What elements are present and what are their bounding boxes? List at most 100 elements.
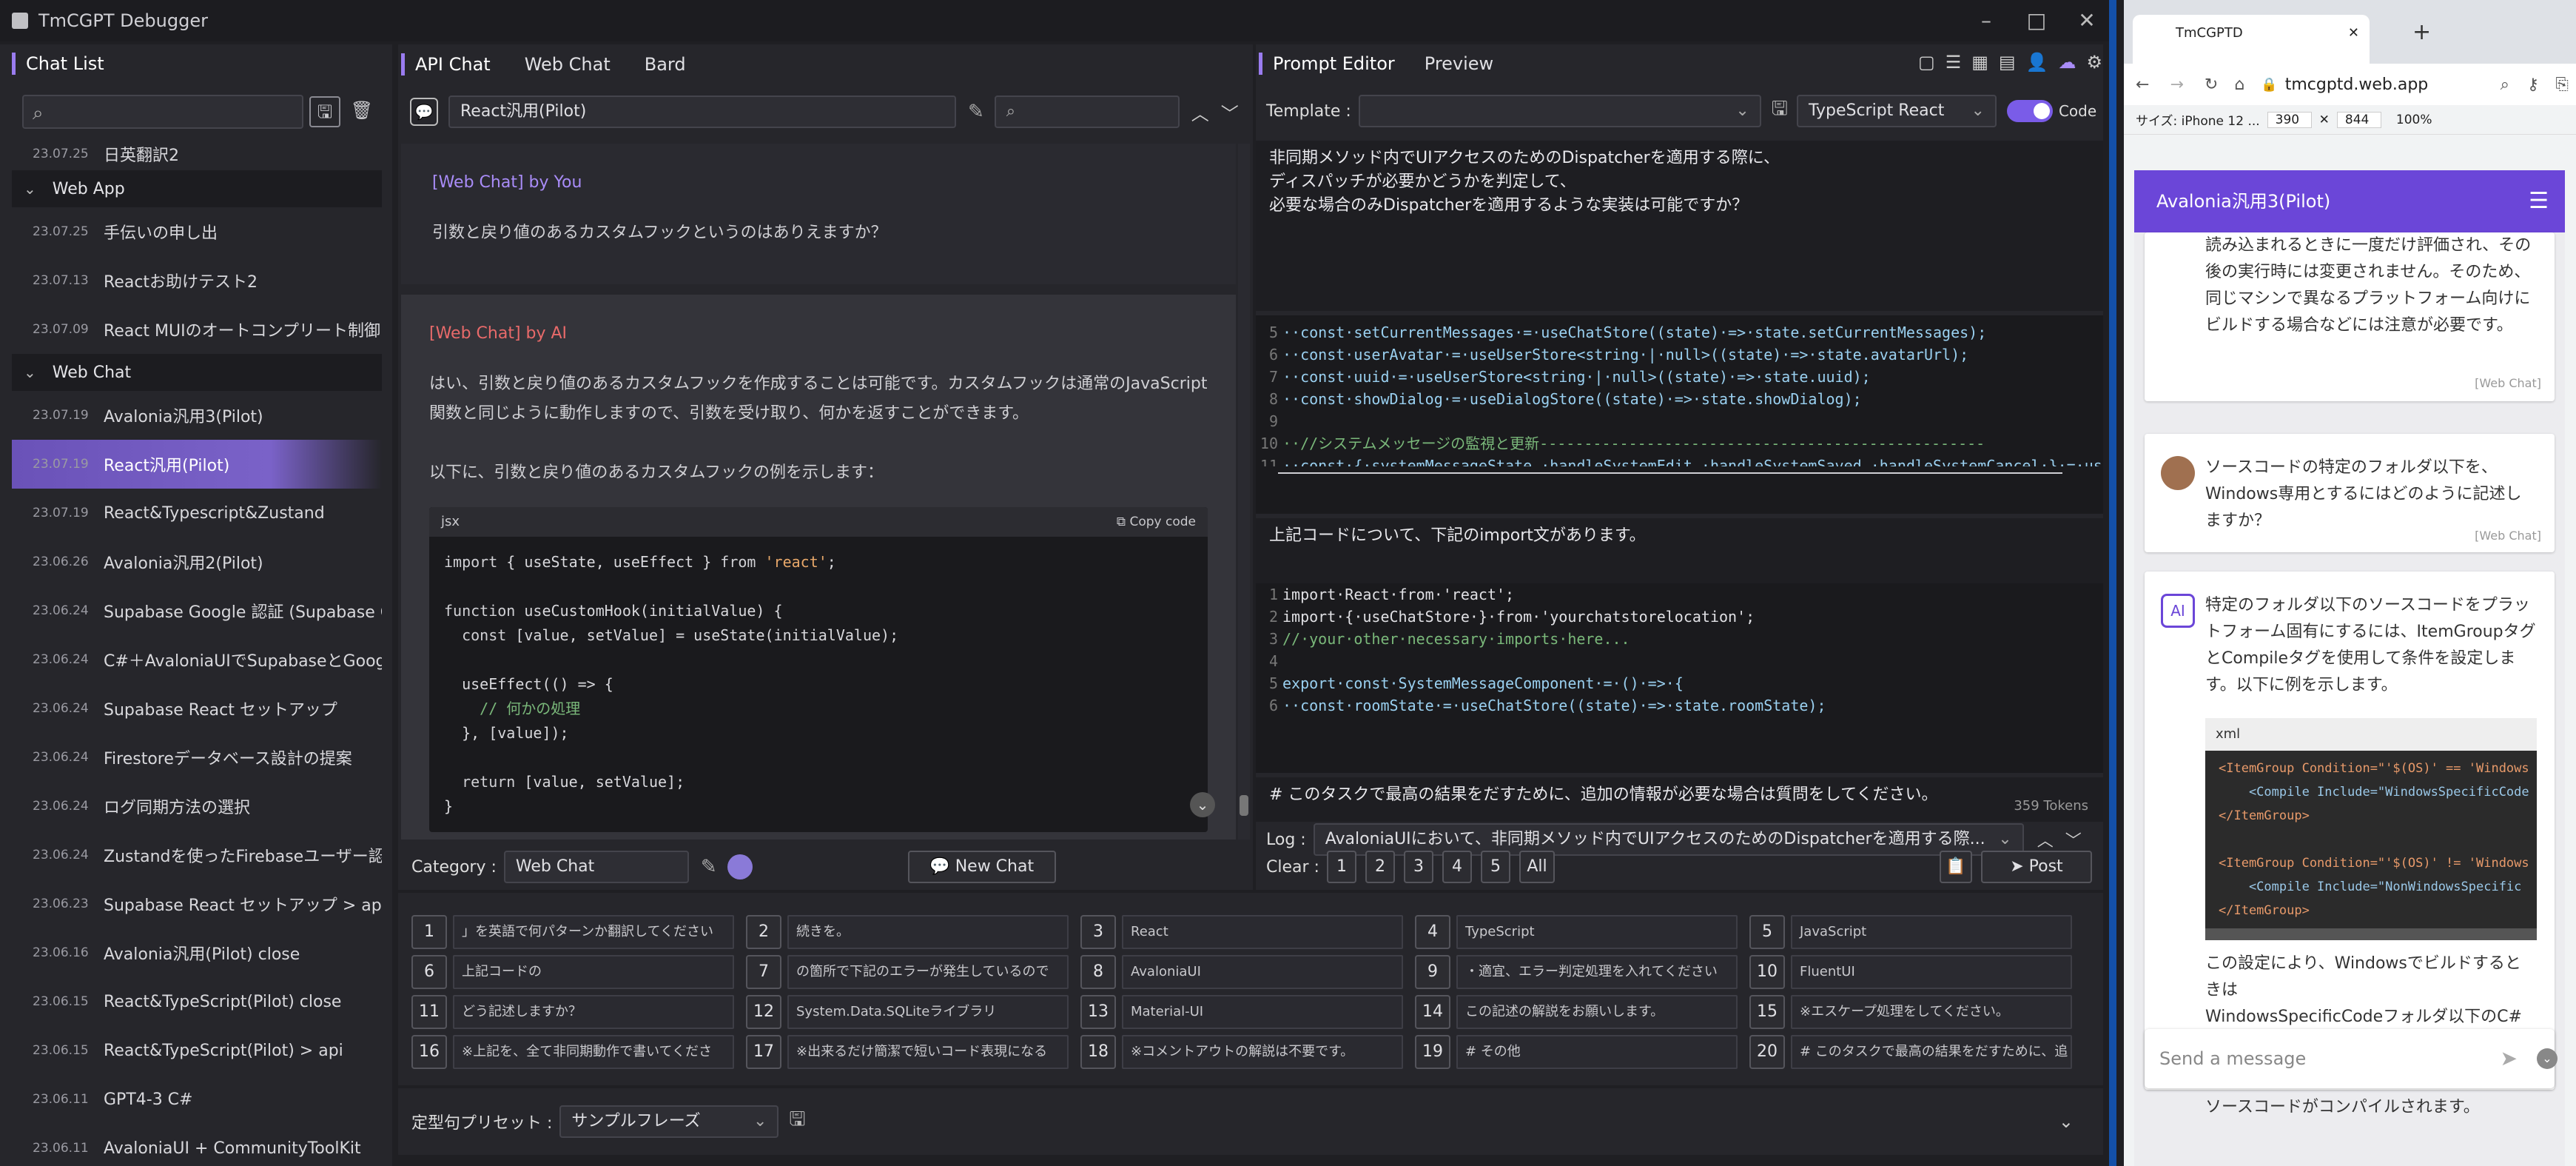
phrase-insert-button[interactable]: 5 [1749,915,1785,949]
layout-split-icon[interactable]: ☰ [1946,52,1962,73]
home-icon[interactable]: ⌂ [2234,76,2244,94]
url-bar[interactable]: tmcgptd.web.app [2285,76,2429,94]
chat-list-item[interactable]: 23.06.24 ログ同期方法の選択 [12,782,382,831]
clear-button-1[interactable]: 1 [1326,851,1356,883]
code-editor-2[interactable]: 1 import·React·from·'react'; 2 import·{·use… [1256,583,2103,773]
phrase-input[interactable]: # その他 [1456,1035,1738,1069]
code-editor-1[interactable]: 5 ··const·setCurrentMessages·=·useChatSto… [1256,315,2103,514]
user-icon[interactable]: 👤 [2026,52,2048,73]
edit-icon[interactable]: ✎ [968,101,984,123]
chevron-up-icon[interactable]: ︿ [1191,99,1209,125]
copy-code-button[interactable]: ⧉ Copy code [1117,507,1196,537]
post-button[interactable]: ➤ Post [1980,851,2092,883]
save-icon[interactable]: 🖫 [789,1105,805,1138]
key-icon[interactable]: ⚷ [2527,76,2539,94]
phrase-input[interactable]: この記述の解説をお願いします。 [1456,995,1738,1029]
chat-list-item[interactable]: 23.06.24 Firestoreデータベース設計の提案 [12,733,382,782]
chat-list-item[interactable]: 23.06.15 React&TypeScript(Pilot) > api [12,1026,382,1075]
browser-tab[interactable]: TmCGPTD ✕ [2133,15,2370,64]
tab-api-chat[interactable]: API Chat [415,50,491,79]
phrase-input[interactable]: AvaloniaUI [1122,955,1403,989]
template-select[interactable]: ⌄ [1358,95,1761,127]
forward-icon[interactable]: → [2170,76,2183,94]
phrase-input[interactable]: の箇所で下記のエラーが発生しているので [787,955,1069,989]
phrase-input[interactable]: どう記述しますか？ [453,995,734,1029]
code-toggle[interactable] [2006,100,2053,122]
tab-chat-list[interactable]: Chat List [26,49,104,78]
chat-list-item[interactable]: 23.06.26 Avalonia汎用2(Pilot) [12,537,382,586]
edit-icon[interactable]: ✎ [701,856,717,878]
phrase-insert-button[interactable]: 15 [1749,995,1785,1029]
phrase-insert-button[interactable]: 1 [411,915,447,949]
phrase-insert-button[interactable]: 12 [746,995,781,1029]
phrase-insert-button[interactable]: 14 [1415,995,1450,1029]
phrase-insert-button[interactable]: 6 [411,955,447,989]
phrase-insert-button[interactable]: 19 [1415,1035,1450,1069]
chat-list-item[interactable]: 23.06.24Supabase Google 認証 (Supabase Goo… [12,586,382,635]
tab-prompt-editor[interactable]: Prompt Editor [1273,49,1395,78]
phrase-input[interactable]: 続きを。 [787,915,1069,949]
save-icon[interactable]: 🖫 [309,96,340,127]
phrase-insert-button[interactable]: 16 [411,1035,447,1069]
phrase-insert-button[interactable]: 2 [746,915,781,949]
back-icon[interactable]: ← [2136,76,2149,94]
message-search-input[interactable]: ⌕ [994,96,1180,128]
maximize-button[interactable]: □ [2020,4,2053,37]
chat-list-item[interactable]: 23.07.09 React MUIのオートコンプリート制御 [12,305,382,354]
chat-list-item[interactable]: 23.07.19 React汎用(Pilot) [12,440,382,489]
phrase-insert-button[interactable]: 17 [746,1035,781,1069]
phrase-input[interactable]: JavaScript [1791,915,2072,949]
scroll-down-icon[interactable]: ⌄ [1190,792,1215,817]
new-tab-icon[interactable]: + [2412,19,2431,45]
chat-list-item[interactable]: 23.06.11 AvaloniaUI + CommunityToolKit [12,1124,382,1166]
layout-grid-icon[interactable]: ▦ [1971,52,1988,73]
phrase-insert-button[interactable]: 7 [746,955,781,989]
scroll-down-icon[interactable]: ⌄ [2537,1048,2557,1069]
language-select[interactable]: TypeScript React ⌄ [1796,95,1997,127]
phrase-input[interactable]: ※上記を、全て非同期動作で書いてくださ [453,1035,734,1069]
chat-title-input[interactable]: React汎用(Pilot) [448,96,956,128]
phrase-input[interactable]: FluentUI [1791,955,2072,989]
category-input[interactable]: Web Chat [503,851,689,883]
phrase-insert-button[interactable]: 13 [1080,995,1116,1029]
trash-icon[interactable]: 🗑 [346,96,377,127]
chat-list-item[interactable]: 23.06.11 GPT4-3 C# [12,1075,382,1124]
prompt-text-3[interactable]: # このタスクで最高の結果をだすために、追加の情報が必要な場合は質問をしてくださ… [1256,777,2103,822]
gear-icon[interactable]: ⚙ [2086,52,2102,73]
send-icon[interactable]: ➤ [2501,1029,2518,1088]
zoom-select[interactable]: 100% [2396,113,2432,127]
device-height[interactable]: 844 [2336,111,2381,128]
chat-list-item[interactable]: 23.07.25 手伝いの申し出 [12,207,382,256]
clear-button-all[interactable]: All [1519,851,1555,883]
chat-list-item[interactable]: 23.07.19 Avalonia汎用3(Pilot) [12,391,382,440]
chat-list-item[interactable]: 23.06.23 Supabase React セットアップ > api [12,879,382,928]
phrase-insert-button[interactable]: 3 [1080,915,1116,949]
device-select[interactable]: サイズ: iPhone 12 ... [2136,110,2260,129]
phrase-input[interactable]: ※出来るだけ簡潔で短いコード表現になる [787,1035,1069,1069]
zoom-icon[interactable]: ⌕ [2501,76,2509,94]
chat-list-item[interactable]: 23.06.24 Supabase React セットアップ [12,684,382,733]
chat-search-input[interactable]: ⌕ [22,95,303,129]
phrase-insert-button[interactable]: 9 [1415,955,1450,989]
preset-select[interactable]: サンプルフレーズ ⌄ [559,1105,779,1138]
phrase-insert-button[interactable]: 20 [1749,1035,1785,1069]
phrase-insert-button[interactable]: 10 [1749,955,1785,989]
chevron-down-icon[interactable]: ﹀ [1221,99,1239,125]
clear-button-4[interactable]: 4 [1442,851,1472,883]
scrollbar[interactable] [1238,144,1250,840]
expand-icon[interactable]: ⌄ [2059,1111,2074,1132]
prompt-text-1[interactable]: 非同期メソッド内でUIアクセスのためのDispatcherを適用する際に、 ディ… [1256,141,2103,311]
layout-single-icon[interactable]: ▢ [1918,52,1935,73]
save-icon[interactable]: 🖫 [1772,95,1788,127]
layout-list-icon[interactable]: ▤ [1999,52,2016,73]
phrase-input[interactable]: ・適宜、エラー判定処理を入れてください [1456,955,1738,989]
chat-list-item[interactable]: 23.07.13 Reactお助けテスト2 [12,256,382,305]
chat-list-item[interactable]: 23.06.24 Zustandを使ったFirebaseユーザー認証 [12,831,382,879]
device-width[interactable]: 390 [2267,111,2312,128]
new-chat-button[interactable]: 💬 New Chat [907,851,1056,883]
extension-icon[interactable]: ⎘ [2555,76,2569,94]
clear-button-5[interactable]: 5 [1480,851,1510,883]
phrase-input[interactable]: 」を英語で何パターンか翻訳してください [453,915,734,949]
cloud-icon[interactable]: ☁ [2058,52,2076,73]
phrase-input[interactable]: TypeScript [1456,915,1738,949]
